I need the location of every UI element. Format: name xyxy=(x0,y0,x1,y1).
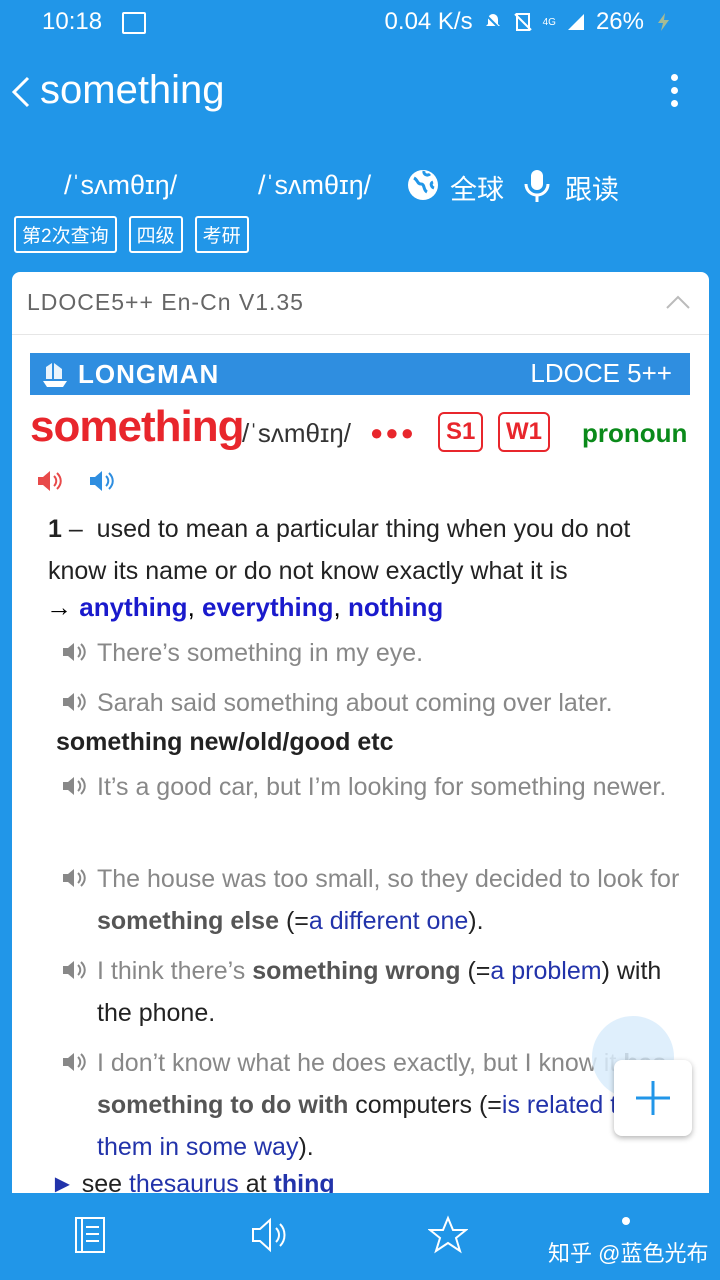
xref-nothing[interactable]: nothing xyxy=(348,592,443,622)
example-speaker-icon[interactable] xyxy=(62,641,88,663)
speaker-us-icon[interactable] xyxy=(88,468,116,494)
definition-text: used to mean a particular thing when you… xyxy=(48,515,631,585)
brand-version: LDOCE 5++ xyxy=(530,358,672,388)
more-icon[interactable] xyxy=(620,1215,632,1235)
read-along-label[interactable]: 跟读 xyxy=(565,168,619,207)
status-bar: 10:18 0.04 K/s 4G 26% xyxy=(0,0,720,48)
xref-everything[interactable]: everything xyxy=(202,592,334,622)
back-arrow-icon[interactable] xyxy=(8,74,34,110)
mute-icon xyxy=(483,13,502,31)
example-text: The house was too small, so they decided… xyxy=(97,865,680,935)
pronunciation-row: /ˈsʌmθɪŋ/ /ˈsʌmθɪŋ/ 全球 跟读 xyxy=(0,160,720,210)
notes-icon[interactable] xyxy=(74,1215,106,1255)
dictionary-name: LDOCE5++ En-Cn V1.35 xyxy=(27,289,304,315)
no-sim-icon xyxy=(513,13,532,31)
watermark: 知乎 @蓝色光布 xyxy=(548,1241,709,1266)
speaker-uk-icon[interactable] xyxy=(36,468,64,494)
charging-icon xyxy=(658,13,669,31)
app-header: something xyxy=(0,48,720,138)
status-right: 0.04 K/s 4G 26% xyxy=(385,8,674,36)
headword-phonetic: /ˈsʌmθɪŋ/ xyxy=(242,418,351,448)
collapse-icon[interactable] xyxy=(665,294,691,310)
example-collocation: something else xyxy=(97,907,279,935)
plus-icon xyxy=(636,1081,670,1115)
xref-anything[interactable]: anything xyxy=(79,592,187,622)
example-text: There’s something in my eye. xyxy=(97,639,424,667)
tag-kaoyan: 考研 xyxy=(194,216,249,253)
sense-dash: – xyxy=(68,515,83,543)
uk-phonetic[interactable]: /ˈsʌmθɪŋ/ xyxy=(64,170,177,201)
example-speaker-icon[interactable] xyxy=(62,1051,88,1073)
example-gloss: a problem xyxy=(490,957,602,985)
us-phonetic[interactable]: /ˈsʌmθɪŋ/ xyxy=(258,170,371,201)
tag-cet4: 四级 xyxy=(128,216,183,253)
usage-pattern: something new/old/good etc xyxy=(56,728,394,756)
entry-head: something /ˈsʌmθɪŋ/ ●●● S1 W1 pronoun xyxy=(30,402,690,462)
example-collocation: something wrong xyxy=(252,957,461,985)
example-5: I think there’s something wrong (=a prob… xyxy=(62,950,692,1034)
example-1: There’s something in my eye. xyxy=(62,632,692,674)
brand-name: LONGMAN xyxy=(78,359,220,389)
signal-icon xyxy=(567,14,584,30)
example-text: It’s a good car, but I’m looking for som… xyxy=(97,773,667,801)
xref-arrow: → xyxy=(46,592,72,622)
tag-query-count: 第2次查询 xyxy=(14,216,117,253)
sense-definition: 1 – used to mean a particular thing when… xyxy=(48,508,688,592)
network-tag: 4G xyxy=(542,16,556,28)
card-header[interactable]: LDOCE5++ En-Cn V1.35 xyxy=(12,272,709,335)
frequency-dots: ●●● xyxy=(370,420,416,445)
page-title: something xyxy=(40,68,225,112)
example-text: Sarah said something about coming over l… xyxy=(97,689,613,717)
global-label[interactable]: 全球 xyxy=(450,168,504,207)
example-speaker-icon[interactable] xyxy=(62,691,88,713)
example-3: It’s a good car, but I’m looking for som… xyxy=(62,766,692,808)
add-wordbook-button[interactable] xyxy=(614,1060,692,1136)
sense-number: 1 xyxy=(48,515,62,543)
badge-s1: S1 xyxy=(438,412,484,452)
cross-reference-line: → anything, everything, nothing xyxy=(46,592,444,622)
example-speaker-icon[interactable] xyxy=(62,959,88,981)
example-text: I think there’s something wrong (=a prob… xyxy=(97,957,662,1027)
example-4: The house was too small, so they decided… xyxy=(62,858,692,942)
headword: something xyxy=(30,402,244,451)
word-tags: 第2次查询 四级 考研 xyxy=(14,216,249,253)
badge-w1: W1 xyxy=(498,412,550,452)
image-notification-icon xyxy=(122,12,146,34)
more-menu-icon[interactable] xyxy=(670,74,680,110)
ship-logo-icon xyxy=(43,363,67,387)
globe-icon[interactable] xyxy=(406,168,440,202)
star-icon[interactable] xyxy=(428,1215,468,1255)
example-gloss: a different one xyxy=(308,907,469,935)
part-of-speech: pronoun xyxy=(582,418,688,448)
status-time: 10:18 xyxy=(42,8,103,35)
microphone-icon[interactable] xyxy=(522,168,552,204)
sound-icon[interactable] xyxy=(250,1215,290,1255)
longman-banner: LONGMAN LDOCE 5++ xyxy=(30,353,690,395)
example-2: Sarah said something about coming over l… xyxy=(62,682,692,724)
battery-percent: 26% xyxy=(595,8,644,35)
example-speaker-icon[interactable] xyxy=(62,867,88,889)
net-speed: 0.04 K/s xyxy=(384,8,473,35)
example-speaker-icon[interactable] xyxy=(62,775,88,797)
